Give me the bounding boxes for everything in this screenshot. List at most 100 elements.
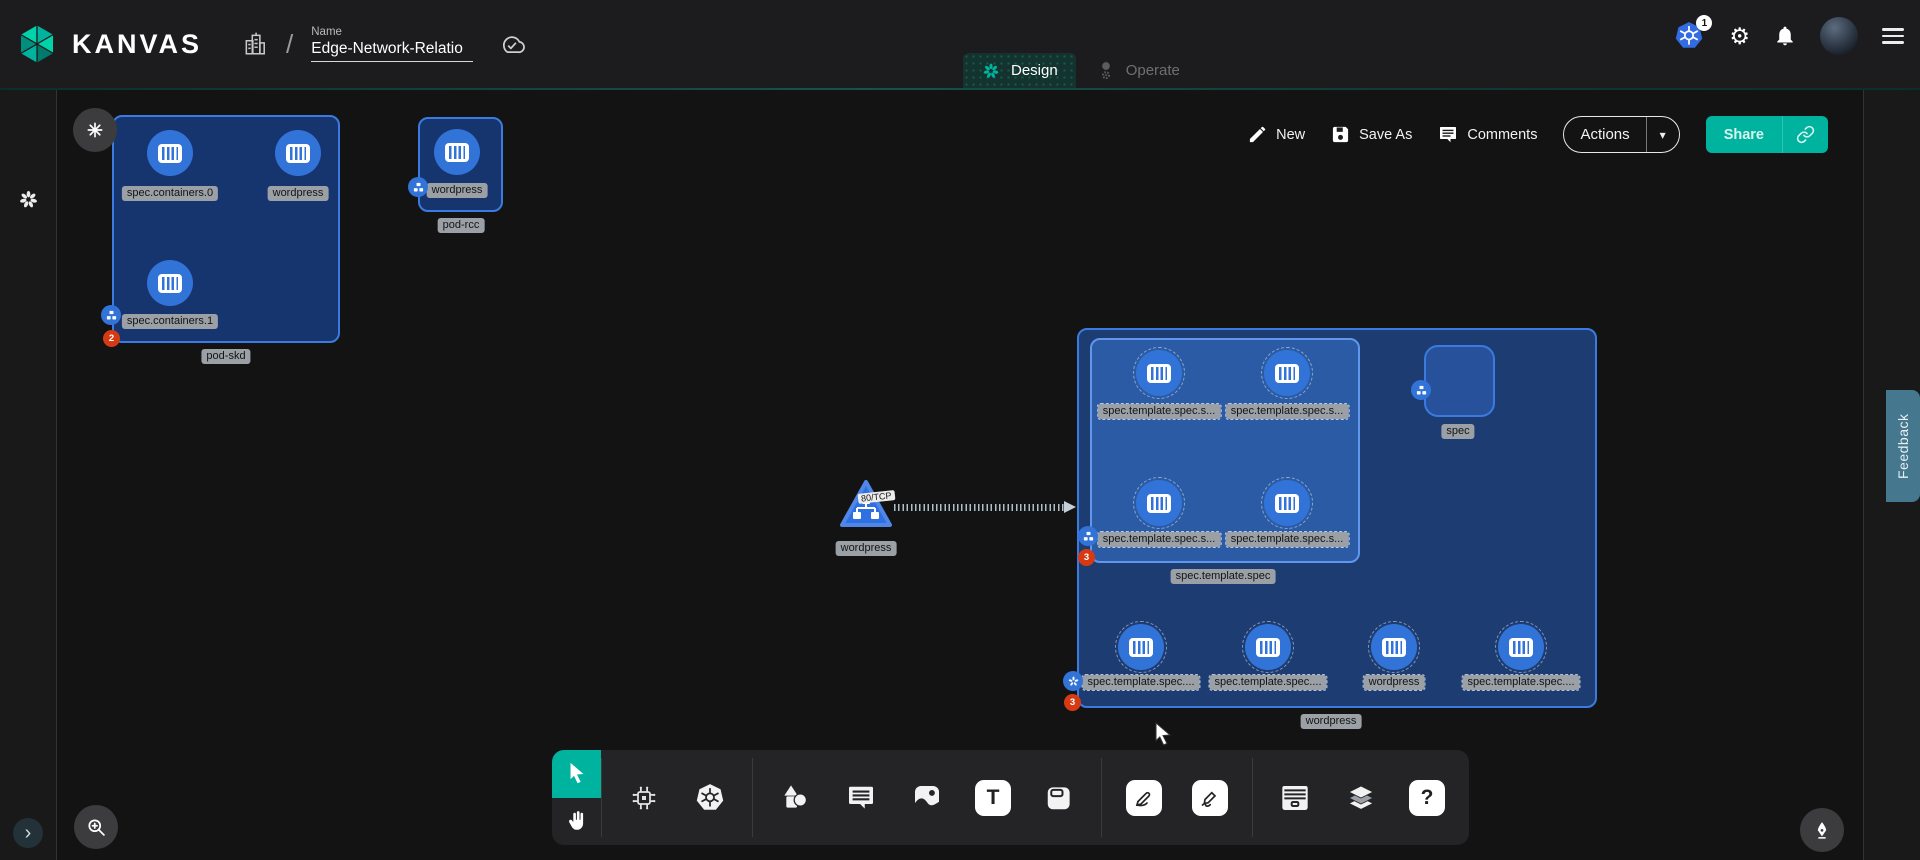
deployment-kind-icon[interactable]	[1063, 671, 1083, 691]
new-button[interactable]: New	[1248, 125, 1305, 144]
notifications-bell-icon[interactable]	[1774, 24, 1796, 48]
image-tool-button[interactable]	[907, 778, 947, 818]
node-label[interactable]: spec.template.spec....	[1463, 675, 1580, 690]
pod-kind-icon[interactable]	[408, 177, 428, 197]
comments-icon	[1438, 125, 1458, 145]
group-label[interactable]: pod-skd	[201, 349, 250, 364]
user-avatar[interactable]	[1820, 17, 1858, 55]
container-icon	[1275, 494, 1299, 513]
node-spec[interactable]	[1424, 345, 1495, 417]
text-tool-glyph: T	[975, 780, 1011, 816]
container-icon	[1129, 638, 1153, 657]
node-label[interactable]: spec.containers.0	[122, 186, 218, 201]
actions-caret-icon[interactable]: ▾	[1647, 128, 1679, 142]
copy-link-icon[interactable]	[1783, 125, 1828, 144]
service-node[interactable]	[838, 478, 894, 530]
comments-button-label: Comments	[1467, 127, 1537, 143]
node-label[interactable]: wordpress	[836, 541, 897, 556]
node-label[interactable]: spec.containers.1	[122, 314, 218, 329]
group-label[interactable]: pod-rcc	[438, 218, 485, 233]
share-split-button[interactable]: Share	[1706, 116, 1828, 153]
layers-tool-button[interactable]	[1341, 778, 1381, 818]
node-label[interactable]: spec.template.spec.s...	[1226, 404, 1349, 419]
k8s-context-switcher[interactable]: 1	[1673, 20, 1705, 52]
comments-button[interactable]: Comments	[1438, 125, 1537, 145]
shapes-tool-button[interactable]	[775, 778, 815, 818]
meshery-swirl-icon[interactable]	[17, 188, 40, 211]
pod-kind-icon[interactable]	[1411, 380, 1431, 400]
canvas-snap-button[interactable]	[73, 108, 117, 152]
design-tab-icon	[981, 61, 1001, 81]
pen-path-icon	[1126, 780, 1162, 816]
organization-icon[interactable]	[242, 31, 268, 57]
node-label[interactable]: spec.template.spec.s...	[1098, 404, 1221, 419]
container-node[interactable]	[434, 129, 480, 175]
hamburger-menu-icon[interactable]	[1882, 28, 1904, 44]
node-label[interactable]: spec	[1441, 424, 1474, 439]
error-count-badge[interactable]: 3	[1078, 549, 1095, 566]
select-tool-button[interactable]	[552, 750, 601, 798]
tab-design[interactable]: Design	[963, 53, 1076, 88]
container-node[interactable]	[1136, 480, 1182, 526]
pencil-scribble-tool-button[interactable]	[1190, 778, 1230, 818]
operate-tab-icon	[1096, 60, 1116, 82]
node-label[interactable]: spec.template.spec.s...	[1098, 532, 1221, 547]
design-name-input[interactable]	[311, 40, 473, 62]
cursor-arrow-icon	[566, 762, 588, 786]
group-spec-template-spec[interactable]	[1090, 338, 1360, 563]
container-icon	[1275, 364, 1299, 383]
components-tool-button[interactable]	[624, 778, 664, 818]
kubernetes-tool-button[interactable]	[690, 778, 730, 818]
container-node[interactable]	[1264, 350, 1310, 396]
freehand-pen-button[interactable]	[1800, 808, 1844, 852]
pan-tool-button[interactable]	[552, 798, 601, 846]
k8s-context-count-badge: 1	[1696, 15, 1712, 31]
note-icon	[1044, 783, 1074, 813]
container-icon	[1509, 638, 1533, 657]
tab-operate[interactable]: Operate	[1076, 53, 1200, 88]
group-label[interactable]: spec.template.spec	[1171, 569, 1276, 584]
layers-icon	[1345, 782, 1377, 814]
actions-split-button[interactable]: Actions ▾	[1563, 116, 1679, 153]
pod-kind-icon[interactable]	[101, 305, 121, 325]
node-label[interactable]: spec.template.spec....	[1210, 675, 1327, 690]
zoom-search-button[interactable]	[74, 805, 118, 849]
group-label[interactable]: wordpress	[1301, 714, 1362, 729]
container-node[interactable]	[275, 130, 321, 176]
save-as-button[interactable]: Save As	[1331, 125, 1412, 144]
kanvas-logo-icon[interactable]	[16, 22, 58, 66]
container-node[interactable]	[147, 260, 193, 306]
note-tool-button[interactable]	[1039, 778, 1079, 818]
error-count-badge[interactable]: 3	[1064, 694, 1081, 711]
drawer-archive-icon	[1279, 782, 1311, 814]
annotation-tools-group: T	[753, 750, 1101, 845]
expand-left-panel-button[interactable]: ›	[13, 818, 43, 848]
node-label[interactable]: spec.template.spec.s...	[1226, 532, 1349, 547]
help-tool-button[interactable]: ?	[1407, 778, 1447, 818]
container-icon	[1256, 638, 1280, 657]
left-sidebar: ›	[0, 90, 57, 860]
pen-tool-button[interactable]	[1124, 778, 1164, 818]
edge-service-to-deployment[interactable]	[894, 504, 1066, 511]
component-tools-group	[602, 750, 752, 845]
container-node[interactable]	[1118, 624, 1164, 670]
text-tool-button[interactable]: T	[973, 778, 1013, 818]
node-label[interactable]: wordpress	[427, 183, 488, 198]
node-label[interactable]: wordpress	[1364, 675, 1425, 690]
comment-tool-button[interactable]	[841, 778, 881, 818]
feedback-tab[interactable]: Feedback	[1886, 390, 1920, 502]
container-node[interactable]	[147, 130, 193, 176]
pod-kind-icon[interactable]	[1078, 526, 1098, 546]
app-header: KANVAS / Name	[0, 0, 1920, 88]
pointer-tools-column	[552, 750, 601, 845]
container-node[interactable]	[1245, 624, 1291, 670]
cloud-saved-icon	[497, 30, 525, 58]
node-label[interactable]: wordpress	[268, 186, 329, 201]
container-node[interactable]	[1498, 624, 1544, 670]
drawer-tool-button[interactable]	[1275, 778, 1315, 818]
container-node[interactable]	[1136, 350, 1182, 396]
container-node[interactable]	[1371, 624, 1417, 670]
node-label[interactable]: spec.template.spec....	[1083, 675, 1200, 690]
container-node[interactable]	[1264, 480, 1310, 526]
error-count-badge[interactable]: 2	[103, 330, 120, 347]
